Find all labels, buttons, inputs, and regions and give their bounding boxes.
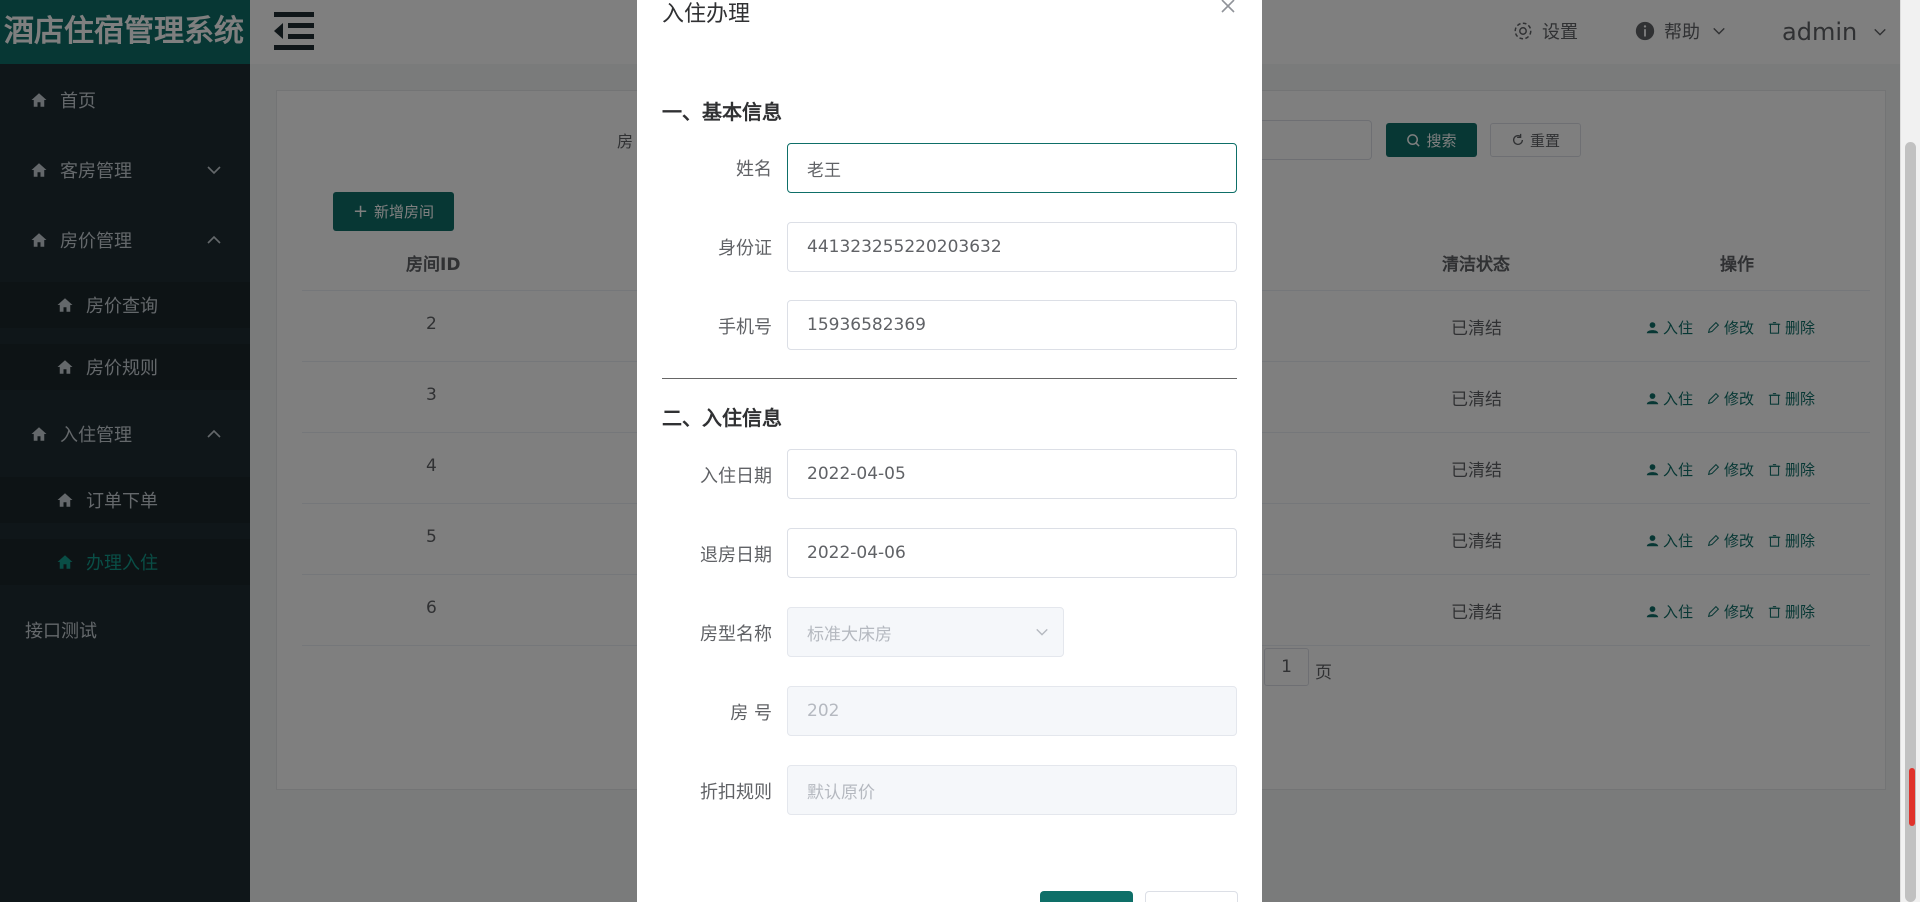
checkout-date-label: 退房日期 (700, 545, 772, 566)
section-checkin-info: 二、入住信息 (662, 406, 782, 430)
phone-input[interactable]: 15936582369 (787, 300, 1237, 350)
cancel-button[interactable] (1145, 891, 1238, 902)
checkin-dialog: 入住办理 一、基本信息 姓名 老王 身份证 441323255220203632… (637, 0, 1262, 902)
checkout-date-input[interactable]: 2022-04-06 (787, 528, 1237, 578)
name-input[interactable]: 老王 (787, 143, 1237, 193)
room-type-label: 房型名称 (700, 624, 772, 645)
dialog-title: 入住办理 (662, 2, 751, 27)
room-number-label: 房 号 (730, 703, 772, 724)
room-type-select[interactable]: 标准大床房 (787, 607, 1064, 657)
phone-label: 手机号 (718, 317, 772, 338)
room-number-input: 202 (787, 686, 1237, 736)
idcard-input[interactable]: 441323255220203632 (787, 222, 1237, 272)
close-icon[interactable] (1219, 0, 1237, 18)
discount-input: 默认原价 (787, 765, 1237, 815)
idcard-label: 身份证 (718, 238, 772, 259)
room-type-value: 标准大床房 (807, 624, 892, 645)
checkin-date-input[interactable]: 2022-04-05 (787, 449, 1237, 499)
checkin-date-label: 入住日期 (700, 466, 772, 487)
name-label: 姓名 (736, 159, 772, 180)
chevron-down-icon (1036, 628, 1048, 636)
discount-label: 折扣规则 (700, 782, 772, 803)
section-divider (662, 378, 1237, 379)
section-basic-info: 一、基本信息 (662, 100, 782, 124)
confirm-button[interactable] (1040, 891, 1133, 902)
scrollbar-marker (1909, 768, 1915, 826)
